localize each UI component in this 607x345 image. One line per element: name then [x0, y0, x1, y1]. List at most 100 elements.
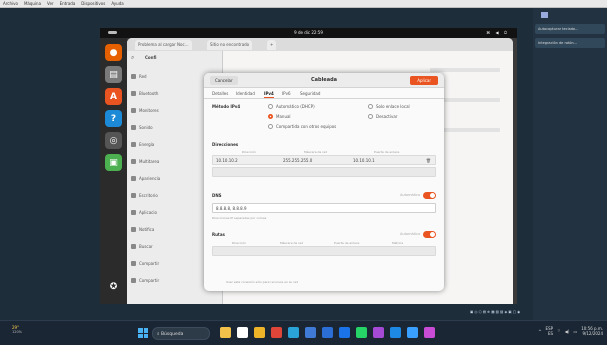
search-icon [131, 243, 136, 249]
dialog-title: Cableada [310, 77, 338, 83]
help-icon[interactable]: ? [105, 110, 122, 127]
vm-screen[interactable]: 9 de dic 22:59 ⌘ ◀ ⏻ ● ▤ A ? ◎ ▣ ✪ Probl… [100, 28, 517, 304]
vbox-app-icon[interactable] [390, 327, 401, 338]
appearance-icon [131, 175, 136, 181]
status-icons[interactable]: ▣ ◎ ⬡ ▤ ⊕ ▦ ▧ ▨ ◈ ▣ ▢ ◉ [470, 310, 520, 314]
sidebar-item-label: Apariencia [139, 175, 161, 181]
sidebar-item-label: Energía [139, 141, 155, 147]
radio-label: Automático (DHCP) [276, 104, 315, 109]
ubuntu-tray[interactable]: ⌘ ◀ ⏻ [486, 30, 509, 35]
sidebar-title: Confi [145, 55, 157, 60]
battery-icon[interactable]: ▭ [573, 329, 577, 334]
software-icon[interactable]: A [105, 88, 122, 105]
netmask-input[interactable]: 255.255.255.0 [283, 158, 312, 163]
apps-icon [131, 209, 136, 215]
windows-start-icon[interactable] [138, 328, 148, 338]
notice-autocapture[interactable]: Autocapturar teclado... [535, 24, 605, 34]
sidebar-item-label: Multitarea [139, 158, 160, 164]
sidebar-item-label: Buscar [139, 243, 153, 249]
route-col-metric: Métrica [392, 241, 404, 245]
volume-icon[interactable]: ◀) [565, 329, 570, 334]
tab-identidad[interactable]: Identidad [236, 91, 255, 96]
tab-ipv6[interactable]: IPv6 [282, 91, 291, 96]
trash-icon[interactable]: 🗑 [426, 158, 431, 163]
whatsapp-app-icon[interactable] [356, 327, 367, 338]
terminal-icon[interactable]: ▣ [105, 154, 122, 171]
menu-ver[interactable]: Ver [47, 1, 54, 6]
folder-app-icon[interactable] [254, 327, 265, 338]
extra-app-icon[interactable] [424, 327, 435, 338]
dns-input[interactable]: 8.8.8.8, 8.8.8.9 [212, 203, 436, 213]
outlook-app-icon[interactable] [339, 327, 350, 338]
dialog-header: Cancelar Cableada Aplicar [204, 73, 444, 88]
tab-detalles[interactable]: Detalles [212, 91, 228, 96]
store-app-icon[interactable] [237, 327, 248, 338]
menu-dispositivos[interactable]: Dispositivos [81, 1, 105, 6]
mail-app-icon[interactable] [322, 327, 333, 338]
apply-button[interactable]: Aplicar [410, 76, 438, 85]
method-label: Método IPv4 [212, 104, 241, 109]
col-gateway: Puerta de enlace [374, 150, 400, 154]
radio-desactivar[interactable]: Desactivar [368, 114, 397, 119]
settings-icon[interactable]: ◎ [105, 132, 122, 149]
tab-ipv4[interactable]: IPv4 [264, 91, 274, 98]
menu-maquina[interactable]: Máquina [24, 1, 41, 6]
clock-date: 9/12/2024 [582, 331, 603, 336]
files-icon[interactable]: ▤ [105, 66, 122, 83]
radio-enlace-local[interactable]: Solo enlace local [368, 104, 410, 109]
host-menubar: Archivo Máquina Ver Entrada Dispositivos… [0, 0, 607, 8]
sidebar-item-label: Escritorio [139, 192, 158, 198]
files-app-icon[interactable] [220, 327, 231, 338]
sidebar-item-label: Compartir [139, 260, 160, 266]
weather-widget[interactable]: 29° 120% [12, 325, 22, 334]
menu-ayuda[interactable]: Ayuda [111, 1, 123, 6]
photos-app-icon[interactable] [305, 327, 316, 338]
taskbar-search[interactable]: ⌕ Búsqueda [152, 327, 210, 340]
windows-taskbar: 29° 120% ⌕ Búsqueda ^ ESP ES ⌔ ◀) ▭ 10:56… [0, 320, 607, 345]
radio-manual[interactable]: Manual [268, 114, 291, 119]
routes-footer[interactable]: Usar esta conexión sólo para recursos en… [226, 280, 298, 284]
route-col-gateway: Puerta de enlace [334, 241, 360, 245]
taskbar-clock[interactable]: 10:56 p.m. 9/12/2024 [581, 326, 603, 336]
address-row-empty[interactable] [212, 167, 436, 177]
share-icon [131, 260, 136, 266]
radio-automatico[interactable]: Automático (DHCP) [268, 104, 315, 109]
search-icon[interactable]: ⌕ [131, 54, 134, 62]
dns-helper: Direcciones IP separadas por comas [212, 216, 267, 220]
address-input[interactable]: 10.10.10.2 [216, 158, 238, 163]
edge-app-icon[interactable] [288, 327, 299, 338]
radio-label: Compartida con otros equipos [276, 124, 337, 129]
dialog-tabs: Detalles Identidad IPv4 IPv6 Seguridad [204, 88, 444, 99]
menu-entrada[interactable]: Entrada [60, 1, 76, 6]
sidebar-item-label: Notifica [139, 226, 155, 232]
radio-icon [368, 104, 373, 109]
paint-app-icon[interactable] [373, 327, 384, 338]
menu-archivo[interactable]: Archivo [3, 1, 18, 6]
tab-problema[interactable]: Problema al cargar Noc... [135, 40, 192, 50]
settings-window: Problema al cargar Noc... Sitio no encon… [127, 38, 513, 304]
tab-seguridad[interactable]: Seguridad [300, 91, 320, 96]
ubuntu-logo-icon[interactable]: ✪ [105, 278, 122, 295]
dns-label: DNS [212, 193, 222, 198]
gateway-input[interactable]: 10.10.10.1 [353, 158, 375, 163]
addresses-label: Direcciones [212, 142, 239, 147]
chevron-up-icon[interactable]: ^ [538, 329, 541, 334]
radio-selected-icon [268, 114, 273, 119]
ubuntu-clock[interactable]: 9 de dic 22:59 [100, 30, 517, 35]
new-tab-button[interactable]: + [267, 40, 277, 50]
dns-auto-toggle[interactable] [423, 192, 436, 199]
weather-note: 120% [12, 330, 23, 334]
language-indicator[interactable]: ESP ES [546, 326, 553, 336]
vscode-app-icon[interactable] [407, 327, 418, 338]
chrome-app-icon[interactable] [271, 327, 282, 338]
route-row-empty[interactable] [212, 246, 436, 256]
wifi-icon[interactable]: ⌔ [557, 328, 561, 334]
routes-auto-toggle[interactable] [423, 231, 436, 238]
firefox-icon[interactable]: ● [105, 44, 122, 61]
vbox-status-icons: ▣ ◎ ⬡ ▤ ⊕ ▦ ▧ ▨ ◈ ▣ ▢ ◉ [470, 307, 607, 317]
radio-compartida[interactable]: Compartida con otros equipos [268, 124, 336, 129]
tab-sitio[interactable]: Sitio no encontrado [207, 40, 253, 50]
notice-mouse-integration[interactable]: Integración de ratón... [535, 38, 605, 48]
ubuntu-topbar: 9 de dic 22:59 ⌘ ◀ ⏻ [100, 28, 517, 38]
sidebar-item-label: Red [139, 73, 147, 79]
